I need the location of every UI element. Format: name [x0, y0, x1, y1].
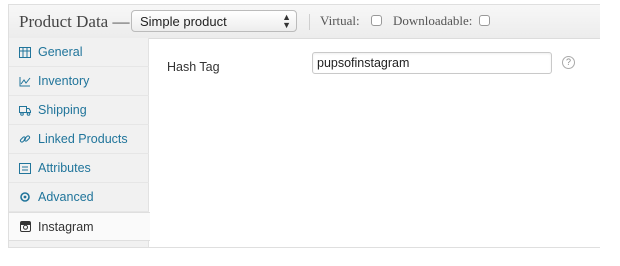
virtual-label: Virtual:: [320, 13, 360, 28]
tab-shipping[interactable]: Shipping: [9, 96, 149, 125]
downloadable-checkbox[interactable]: [479, 15, 490, 26]
list-icon: [19, 162, 31, 174]
tab-advanced-label: Advanced: [38, 190, 94, 204]
tab-attributes-label: Attributes: [38, 161, 91, 175]
tab-general-label: General: [38, 45, 83, 59]
select-arrows-icon: ▲ ▼: [282, 12, 291, 30]
tab-instagram-label: Instagram: [38, 219, 94, 234]
grid-icon: [19, 46, 31, 58]
panel-title: Product Data —: [19, 11, 130, 31]
tab-linked-products[interactable]: Linked Products: [9, 125, 149, 154]
tab-general[interactable]: General: [9, 38, 149, 67]
product-type-value: Simple product: [140, 13, 227, 29]
help-icon[interactable]: ?: [562, 56, 575, 69]
product-data-tabs: General Inventory Shipping Linked Produc…: [9, 38, 150, 247]
hash-tag-label: Hash Tag: [167, 60, 220, 74]
link-icon: [19, 133, 31, 145]
downloadable-label: Downloadable:: [393, 13, 473, 28]
virtual-checkbox[interactable]: [371, 15, 382, 26]
gear-icon: [19, 191, 31, 203]
tab-linked-products-label: Linked Products: [38, 132, 128, 146]
camera-icon: [19, 221, 31, 233]
tab-shipping-label: Shipping: [38, 103, 87, 117]
product-type-select[interactable]: Simple product ▲ ▼: [131, 10, 297, 32]
tab-advanced[interactable]: Advanced: [9, 183, 149, 212]
tab-inventory-label: Inventory: [38, 74, 90, 88]
tab-instagram[interactable]: Instagram: [9, 212, 150, 241]
tab-inventory[interactable]: Inventory: [9, 67, 149, 96]
header-divider: [309, 14, 310, 30]
tab-attributes[interactable]: Attributes: [9, 154, 149, 183]
instagram-panel: Hash Tag ?: [149, 38, 600, 247]
hash-tag-input[interactable]: [312, 52, 552, 74]
panel-header: Product Data — Simple product ▲ ▼ Virtual…: [9, 5, 600, 39]
truck-icon: [19, 104, 31, 116]
product-data-panel: Product Data — Simple product ▲ ▼ Virtual…: [8, 4, 600, 248]
chart-icon: [19, 75, 31, 87]
